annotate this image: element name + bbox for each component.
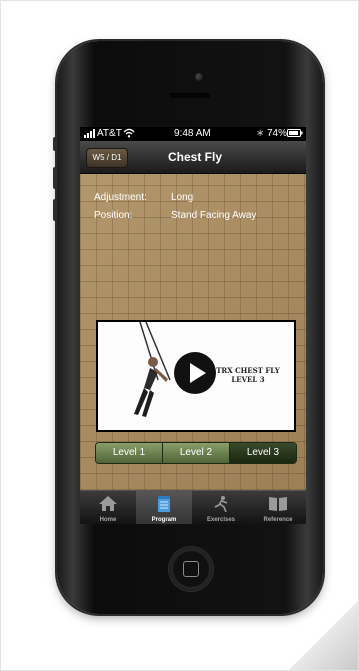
clock: 9:48 AM (174, 128, 211, 139)
video-frame: TRX CHEST FLY LEVEL 3 (98, 322, 294, 430)
tab-home-label: Home (99, 517, 117, 523)
front-camera (195, 73, 203, 81)
tab-exercises-label: Exercises (206, 517, 236, 523)
tab-exercises[interactable]: Exercises (193, 491, 249, 524)
bluetooth-icon: ∗ (256, 128, 265, 139)
iphone-device: AT&T 9:48 AM ∗ 74% W5 / D1 Chest Fly Adj… (53, 41, 323, 614)
adjustment-label: Adjustment: (94, 192, 147, 203)
tab-bar: Home Program Exercises Reference (80, 490, 306, 524)
home-button-square-icon (183, 561, 199, 577)
home-icon (99, 496, 117, 511)
page-title: Chest Fly (167, 150, 222, 164)
screen: AT&T 9:48 AM ∗ 74% W5 / D1 Chest Fly Adj… (80, 127, 306, 524)
volume-up-button (53, 167, 57, 189)
position-label: Position: (94, 210, 133, 221)
battery-icon (287, 127, 303, 141)
tab-program-label: Program (151, 517, 177, 523)
tab-home[interactable]: Home (80, 491, 136, 524)
carrier-label: AT&T (97, 128, 122, 139)
tab-reference-label: Reference (263, 517, 293, 523)
level-segmented-control: Level 1 Level 2 Level 3 (95, 442, 297, 464)
video-overlay-text: TRX CHEST FLY LEVEL 3 (208, 366, 288, 384)
status-bar: AT&T 9:48 AM ∗ 74% (80, 127, 306, 141)
home-button[interactable] (169, 547, 213, 591)
video-overlay-line2: LEVEL 3 (231, 375, 265, 384)
exercise-figure-icon (214, 496, 228, 512)
position-value: Stand Facing Away (171, 210, 257, 221)
video-overlay-line1: TRX CHEST FLY (216, 366, 280, 375)
adjustment-value: Long (171, 192, 194, 203)
image-frame: AT&T 9:48 AM ∗ 74% W5 / D1 Chest Fly Adj… (0, 0, 359, 671)
page-curl (288, 600, 358, 670)
notepad-icon (158, 496, 170, 512)
back-button[interactable]: W5 / D1 (86, 148, 128, 168)
wifi-icon (123, 127, 135, 141)
level-3-button[interactable]: Level 3 (230, 443, 296, 463)
volume-switch (53, 137, 57, 151)
book-icon (269, 497, 287, 511)
tab-program[interactable]: Program (136, 491, 192, 524)
exercise-video[interactable]: TRX CHEST FLY LEVEL 3 (96, 320, 296, 432)
signal-icon (84, 127, 96, 141)
volume-down-button (53, 199, 57, 221)
earpiece-speaker (170, 93, 210, 98)
navigation-bar: W5 / D1 Chest Fly (80, 141, 306, 174)
battery-percent: 74% (267, 128, 288, 139)
level-1-button[interactable]: Level 1 (96, 443, 162, 463)
tab-reference[interactable]: Reference (250, 491, 306, 524)
level-2-button[interactable]: Level 2 (163, 443, 229, 463)
